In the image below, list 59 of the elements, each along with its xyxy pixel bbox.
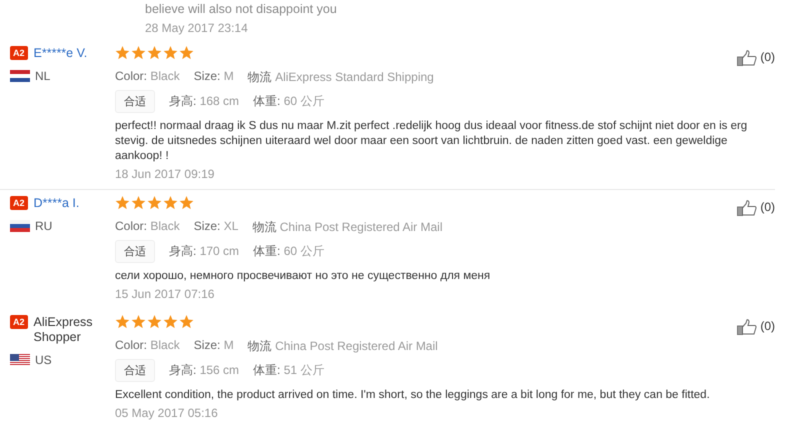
country-code: NL [35, 69, 50, 83]
star-icon [147, 46, 162, 60]
level-badge: A2 [10, 315, 28, 329]
thumbs-up-icon[interactable] [737, 200, 758, 216]
star-icon [179, 196, 194, 210]
country-code: RU [35, 219, 52, 233]
attribute: 物流 China Post Registered Air Mail [248, 338, 438, 355]
star-icon [115, 315, 130, 329]
measurement: 体重: 60 公斤 [253, 243, 324, 260]
star-icon [115, 196, 130, 210]
helpful-count: (0) [760, 200, 775, 214]
country-code: US [35, 353, 52, 367]
attribute: 物流 AliExpress Standard Shipping [248, 69, 434, 86]
review-comment: perfect!! normaal draag ik S dus nu maar M.zit perfect .redelijk hoog dus ideaal voor fitness.de stof schijnt niet door en is erg stevig. de uitsnedes schijnen uiteraard wel door maar een soort van lichtbruin. de naden zitten goed vast. een geweldige aankoop! ! [115, 119, 748, 164]
level-badge: A2 [10, 46, 28, 60]
reviewer-name: AliExpress Shopper [34, 315, 94, 345]
measurement: 身高: 156 cm [169, 362, 240, 379]
reply-date: 28 May 2017 23:14 [145, 21, 249, 35]
attribute: Color: Black [115, 69, 180, 85]
measurement: 身高: 170 cm [169, 243, 240, 260]
attribute: Size: M [194, 69, 234, 85]
measurement: 体重: 60 公斤 [253, 93, 324, 110]
review-comment: сели хорошо, немного просвечивают но это не существенно для меня [115, 269, 492, 284]
star-icon [115, 46, 130, 60]
star-icon [147, 315, 162, 329]
star-icon [131, 315, 146, 329]
review-date: 18 Jun 2017 09:19 [115, 167, 216, 181]
measurement: 身高: 168 cm [169, 93, 240, 110]
thumbs-up-icon[interactable] [737, 319, 758, 335]
helpful-count: (0) [760, 50, 775, 64]
review-date: 15 Jun 2017 07:16 [115, 287, 216, 301]
star-icon [131, 196, 146, 210]
reviewer-name[interactable]: E*****e V. [34, 46, 88, 61]
level-badge: A2 [10, 196, 28, 210]
review-date: 05 May 2017 05:16 [115, 406, 219, 420]
reviewer-name[interactable]: D****a I. [34, 196, 80, 211]
thumbs-up-icon[interactable] [737, 50, 758, 66]
attribute: 物流 China Post Registered Air Mail [252, 219, 443, 236]
attribute: Size: XL [194, 219, 238, 235]
reply-text: believe will also not disappoint you [145, 2, 338, 16]
flag-icon [10, 220, 30, 232]
attribute: Size: M [194, 338, 234, 354]
review-comment: Excellent condition, the product arrived on time. I'm short, so the leggings are a bit long for me, but they can be fitted. [115, 388, 711, 403]
fit-tag: 合适 [115, 359, 155, 382]
fit-tag: 合适 [115, 240, 155, 263]
star-icon [163, 315, 178, 329]
flag-icon [10, 354, 30, 366]
measurement: 体重: 51 公斤 [253, 362, 324, 379]
star-icon [131, 46, 146, 60]
star-icon [163, 196, 178, 210]
star-icon [147, 196, 162, 210]
attribute: Color: Black [115, 219, 180, 235]
helpful-count: (0) [760, 319, 775, 333]
star-icon [179, 46, 194, 60]
attribute: Color: Black [115, 338, 180, 354]
star-icon [179, 315, 194, 329]
fit-tag: 合适 [115, 90, 155, 113]
star-icon [163, 46, 178, 60]
flag-icon [10, 70, 30, 82]
